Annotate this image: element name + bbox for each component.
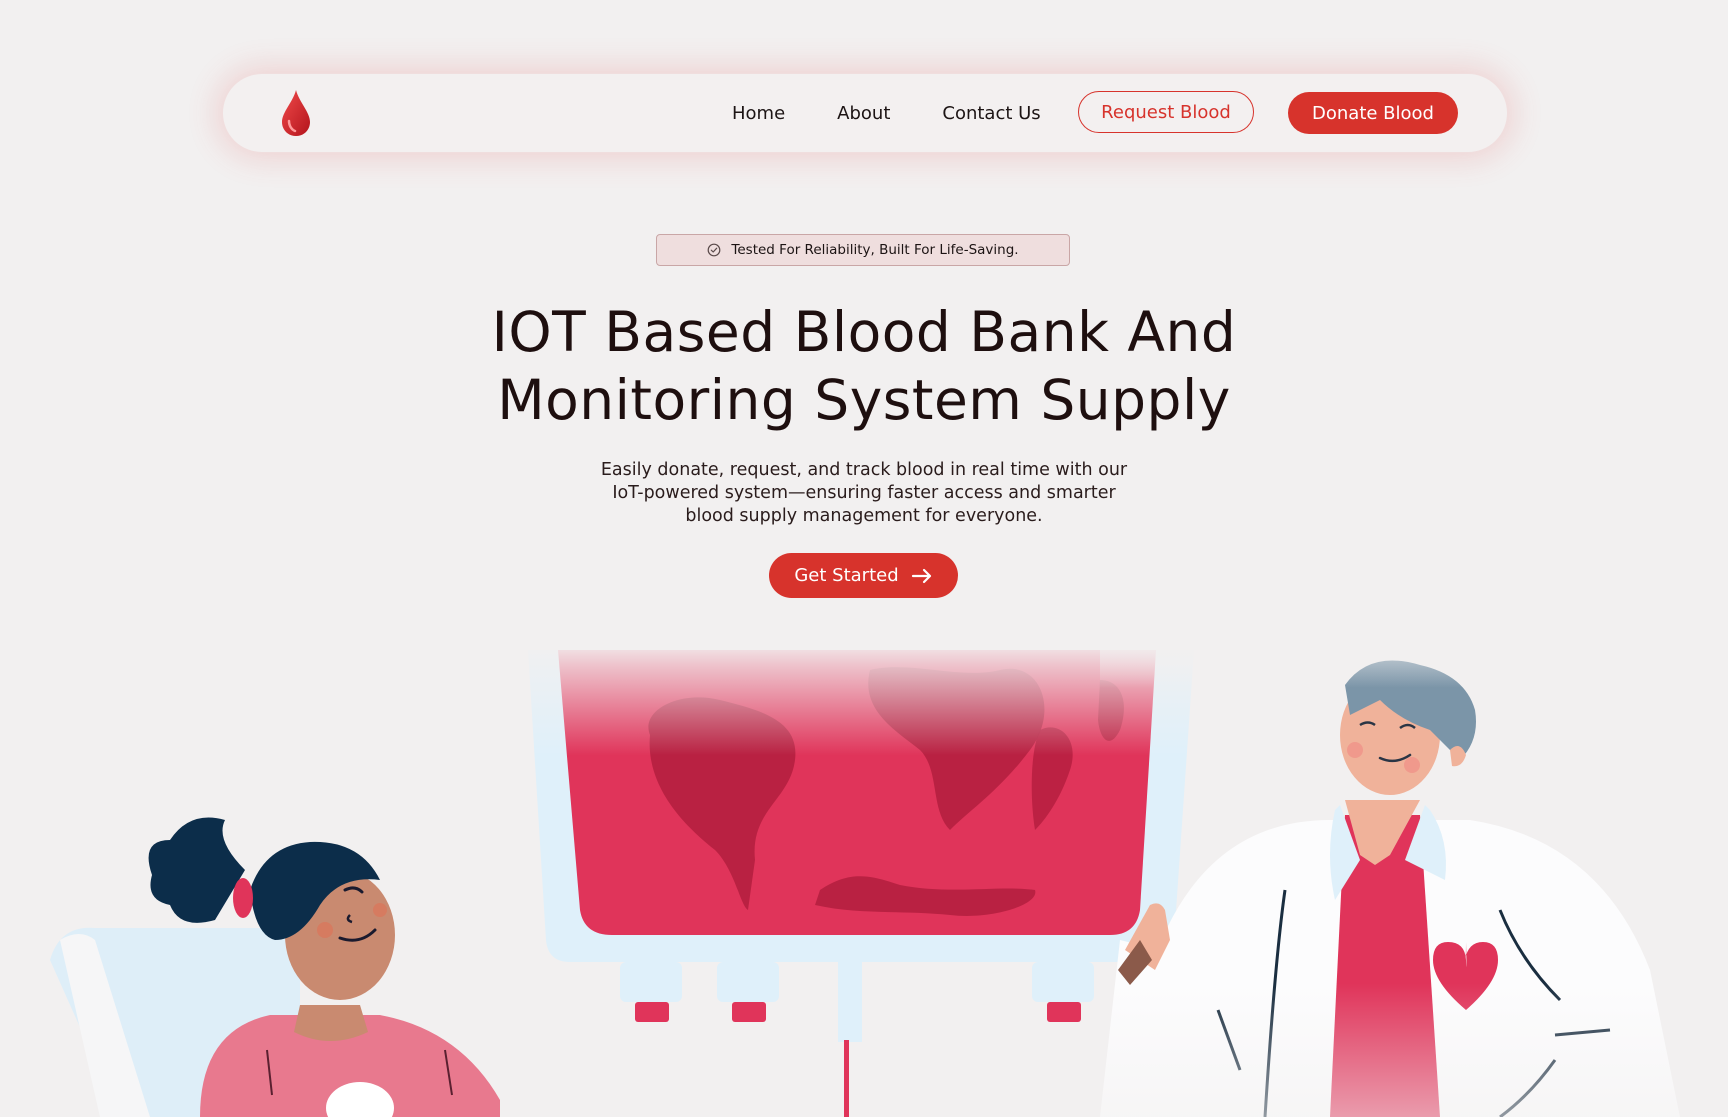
navbar: Home About Contact Us Request Blood Dona… [222, 73, 1508, 153]
hero-subtitle: Easily donate, request, and track blood … [564, 459, 1164, 528]
hero-subtitle-line-3: blood supply management for everyone. [685, 506, 1043, 526]
get-started-button[interactable]: Get Started [769, 553, 958, 598]
request-blood-button[interactable]: Request Blood [1078, 91, 1254, 133]
verified-check-icon [708, 243, 721, 257]
hero-title-line-2: Monitoring System Supply [497, 368, 1231, 432]
blood-bag-illustration [520, 640, 1200, 1117]
hero-title-line-1: IOT Based Blood Bank And [491, 300, 1237, 364]
arrow-right-icon [911, 568, 931, 583]
nav-links: Home About Contact Us [732, 74, 1093, 152]
blood-drop-icon[interactable] [279, 88, 313, 138]
badge-text: Tested For Reliability, Built For Life-S… [731, 242, 1019, 258]
reliability-badge: Tested For Reliability, Built For Life-S… [656, 234, 1070, 266]
doctor-illustration [1100, 640, 1728, 1117]
hero-subtitle-line-2: IoT-powered system—ensuring faster acces… [612, 483, 1116, 503]
nav-about-link[interactable]: About [837, 103, 890, 124]
hero-illustration [50, 640, 1728, 1117]
get-started-label: Get Started [794, 565, 899, 586]
hero-title: IOT Based Blood Bank And Monitoring Syst… [364, 298, 1364, 434]
nav-home-link[interactable]: Home [732, 103, 785, 124]
nav-contact-link[interactable]: Contact Us [942, 103, 1040, 124]
girl-donor-illustration [50, 817, 500, 1117]
hero-subtitle-line-1: Easily donate, request, and track blood … [600, 460, 1128, 480]
donate-blood-button[interactable]: Donate Blood [1288, 92, 1458, 134]
